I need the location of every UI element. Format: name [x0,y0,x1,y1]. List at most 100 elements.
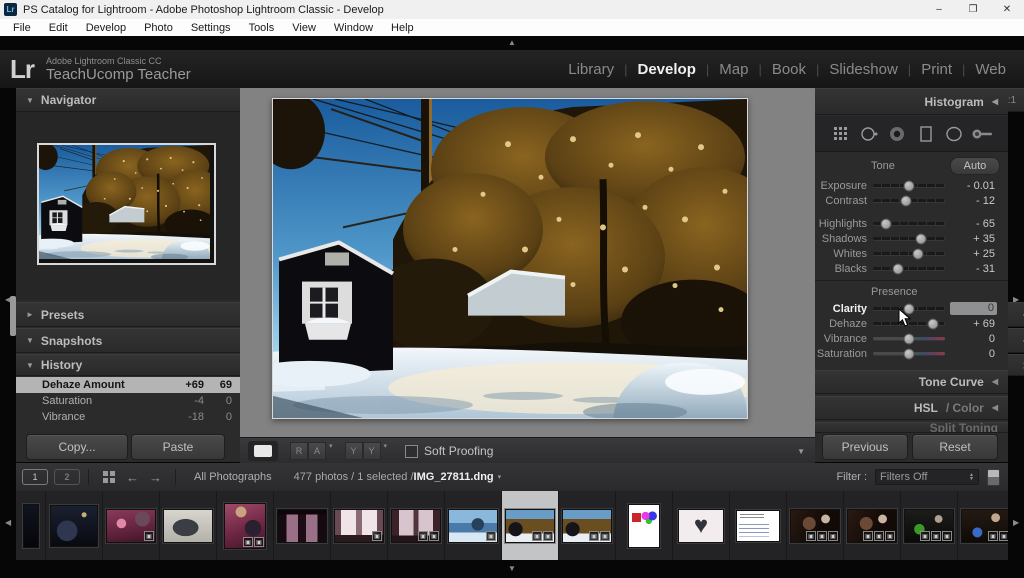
thumbnail-badge-icon[interactable]: ▣ [806,531,816,541]
thumbnail-badge-icon[interactable]: ▣ [144,531,154,541]
tone-curve-header[interactable]: Tone Curve ◀ [815,370,1008,394]
filmstrip-source-dropdown-icon[interactable]: ▾ [498,473,502,481]
thumbnail-badge-icon[interactable]: ▣ [885,531,895,541]
saturation-value[interactable]: 0 [951,348,995,360]
exposure-slider-knob[interactable] [904,180,915,191]
contrast-value[interactable]: - 12 [951,195,995,207]
crop-overlay-icon[interactable] [829,122,853,146]
auto-button[interactable]: Auto [950,157,1000,175]
saturation-slider-track[interactable] [873,352,945,355]
saturation-slider-knob[interactable] [904,348,915,359]
restore-button[interactable]: ❐ [956,0,990,19]
filmstrip-thumbnail[interactable]: ▣ [445,491,502,560]
split-toning-header[interactable]: Split Toning [815,422,1008,433]
menu-view[interactable]: View [283,22,325,34]
hsl-color-header[interactable]: HSL / Color ◀ [815,396,1008,420]
history-item[interactable]: Dehaze Amount+6969 [16,377,240,393]
split-view-button-1[interactable]: Y [345,442,363,460]
thumbnail-badge-icon[interactable]: ▣ [874,531,884,541]
filmstrip-thumbnail[interactable]: ▣▣▣ [901,491,958,560]
before-view-button[interactable]: R [290,442,308,460]
thumbnail-badge-icon[interactable]: ▣ [532,531,542,541]
vibrance-value[interactable]: 0 [951,333,995,345]
collapse-top-icon[interactable]: ▲ [508,39,516,47]
menu-photo[interactable]: Photo [135,22,182,34]
before-after-dropdown-icon[interactable]: ▾ [329,442,333,460]
paste-button[interactable]: Paste [131,434,225,460]
module-book[interactable]: Book [772,61,806,78]
next-photo-icon[interactable]: → [149,470,162,485]
exposure-slider-track[interactable] [873,184,945,187]
histogram-collapse-icon[interactable]: ◀ [992,97,998,106]
highlights-value[interactable]: - 65 [951,218,995,230]
menu-edit[interactable]: Edit [40,22,77,34]
main-window-button[interactable]: 1 [22,469,48,485]
graduated-filter-icon[interactable] [914,122,938,146]
menu-help[interactable]: Help [382,22,423,34]
filmstrip-thumbnail[interactable] [46,491,103,560]
filmstrip-thumbnail[interactable]: ▣▣ [217,491,274,560]
filmstrip-thumbnail[interactable]: ▣▣ [502,491,559,560]
previous-photo-icon[interactable]: ← [126,470,139,485]
second-window-button[interactable]: 2 [54,469,80,485]
minimize-button[interactable]: – [922,0,956,19]
filmstrip-source-label[interactable]: All Photographs [194,471,272,483]
previous-button[interactable]: Previous [822,434,908,460]
after-view-button[interactable]: A [308,442,326,460]
filmstrip-thumbnail[interactable]: ▣ [331,491,388,560]
hsl-collapse-icon[interactable]: ◀ [992,404,998,412]
whites-slider-knob[interactable] [912,248,923,259]
thumbnail-badge-icon[interactable]: ▣ [817,531,827,541]
highlights-slider-track[interactable] [873,222,945,225]
thumbnail-badge-icon[interactable]: ▣ [429,531,439,541]
histogram-header[interactable]: Histogram ◀ [815,88,1008,115]
history-item[interactable]: Vibrance-180 [16,409,240,425]
presets-collapse-icon[interactable]: ► [26,310,34,319]
shadows-slider-track[interactable] [873,237,945,240]
dehaze-value[interactable]: + 69 [951,318,995,330]
thumbnail-badge-icon[interactable]: ▣ [942,531,952,541]
thumbnail-badge-icon[interactable]: ▣ [589,531,599,541]
filmstrip-thumbnail[interactable]: ▣ [103,491,160,560]
module-library[interactable]: Library [568,61,614,78]
blacks-value[interactable]: - 31 [951,263,995,275]
highlights-slider-knob[interactable] [880,218,891,229]
thumbnail-badge-icon[interactable]: ▣ [988,531,998,541]
thumbnail-badge-icon[interactable]: ▣ [543,531,553,541]
whites-value[interactable]: + 25 [951,248,995,260]
module-print[interactable]: Print [921,61,952,78]
spot-removal-icon[interactable] [857,122,881,146]
thumbnail-badge-icon[interactable]: ▣ [418,531,428,541]
grid-view-icon[interactable] [103,471,115,483]
filmstrip-thumbnail[interactable] [673,491,730,560]
filmstrip-thumbnail[interactable] [730,491,787,560]
filmstrip-thumbnail[interactable]: ▣▣ [388,491,445,560]
exposure-value[interactable]: - 0.01 [951,180,995,192]
bottom-panel-strip[interactable]: ▼ [0,560,1024,578]
contrast-slider-track[interactable] [873,199,945,202]
filmstrip-thumbnail[interactable] [16,491,46,560]
filmstrip-thumbnail[interactable]: ▣▣▣ [844,491,901,560]
split-view-dropdown-icon[interactable]: ▾ [384,442,388,460]
filmstrip-status[interactable]: 477 photos / 1 selected /IMG_27811.dng [294,471,494,483]
thumbnail-badge-icon[interactable]: ▣ [931,531,941,541]
clarity-value[interactable]: 0 [950,302,997,315]
top-panel-strip[interactable]: ▲ [0,36,1024,50]
filmstrip-scroll-left-icon[interactable]: ◀ [5,519,11,527]
red-eye-icon[interactable] [885,122,909,146]
navigator-preview[interactable] [37,143,216,265]
blacks-slider-track[interactable] [873,267,945,270]
blacks-slider-knob[interactable] [893,263,904,274]
copy-button[interactable]: Copy... [26,434,128,460]
menu-develop[interactable]: Develop [77,22,135,34]
loupe-view-button[interactable] [248,441,278,461]
module-web[interactable]: Web [975,61,1006,78]
filmstrip-thumbnail[interactable] [160,491,217,560]
module-slideshow[interactable]: Slideshow [829,61,897,78]
history-collapse-icon[interactable]: ▼ [26,361,34,370]
reset-button[interactable]: Reset [912,434,998,460]
module-develop[interactable]: Develop [638,61,696,78]
filmstrip-scroll-right-icon[interactable]: ▶ [1013,519,1019,527]
history-item[interactable]: Saturation-40 [16,393,240,409]
filmstrip-thumbnail[interactable] [274,491,331,560]
